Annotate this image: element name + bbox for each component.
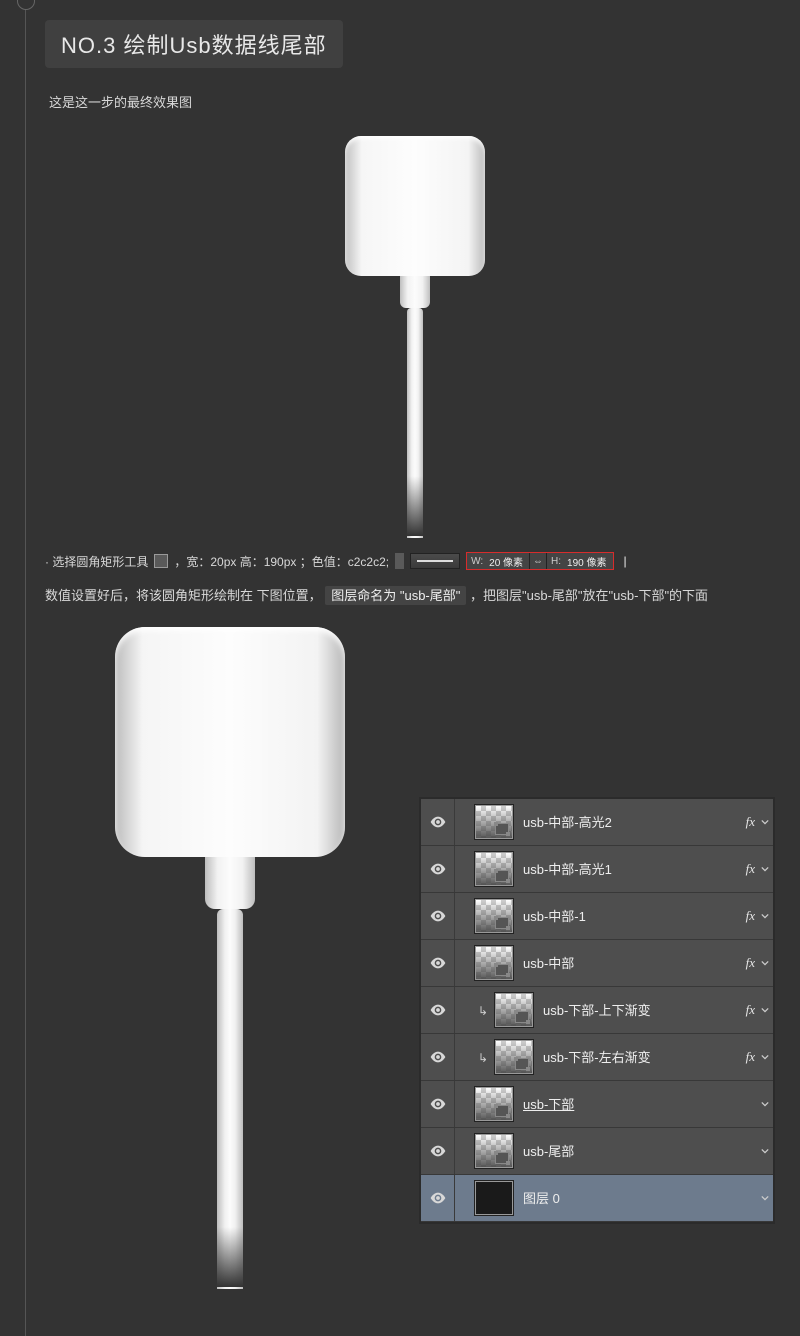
result-preview-2: usb-中部-高光2fxusb-中部-高光1fxusb-中部-1fxusb-中部… [45,627,785,1277]
content-area: NO.3 绘制Usb数据线尾部 这是这一步的最终效果图 · 选择圆角矩形工具 ，… [45,20,785,1277]
height-label: H: [547,556,565,567]
tool-instruction-row: · 选择圆角矩形工具 ，宽：20px 高：190px ；色值：c2c2c2; W… [45,552,785,570]
eye-icon [430,1145,446,1157]
layer-thumbnail[interactable] [495,1040,533,1074]
shape-dropdown-icon [395,553,404,569]
eye-icon [430,957,446,969]
clipping-mask-icon: ↳ [475,1002,491,1018]
width-label: W: [467,556,487,567]
layer-name-label[interactable]: usb-中部 [517,953,746,972]
clipping-mask-icon: ↳ [475,1049,491,1065]
layer-fx-badge[interactable]: fx [746,908,757,924]
layer-fx-badge[interactable]: fx [746,955,757,971]
layer-thumbnail[interactable] [475,852,513,886]
layer-row[interactable]: ↳ usb-下部-上下渐变fx [421,987,773,1034]
layer-row[interactable]: usb-中部-1fx [421,893,773,940]
layer-row[interactable]: ↳ usb-下部-左右渐变fx [421,1034,773,1081]
layer-menu-button[interactable] [757,940,773,986]
eye-icon [430,1051,446,1063]
section-subtitle: 这是这一步的最终效果图 [49,92,785,111]
usb-illustration-large [115,627,345,1289]
layer-row[interactable]: usb-中部-高光1fx [421,846,773,893]
section-title: NO.3 绘制Usb数据线尾部 [45,20,343,68]
layer-thumbnail[interactable] [475,805,513,839]
layer-thumbnail[interactable] [495,993,533,1027]
layer-menu-button[interactable] [757,987,773,1033]
wh-input-group[interactable]: W: 20 像素 ⇔ H: 190 像素 [466,552,613,570]
layer-menu-button[interactable] [757,846,773,892]
layer-menu-button[interactable] [757,1034,773,1080]
layer-name-label[interactable]: usb-中部-1 [517,906,746,925]
layer-thumbnail[interactable] [475,1087,513,1121]
layer-visibility-toggle[interactable] [421,987,455,1033]
layer-menu-button[interactable] [757,799,773,845]
layer-visibility-toggle[interactable] [421,1081,455,1127]
layer-menu-button[interactable] [757,1175,773,1221]
layer-row[interactable]: 图层 0 [421,1175,773,1222]
timeline-dot [17,0,35,10]
timeline-line [25,0,26,1336]
eye-icon [430,816,446,828]
rounded-rect-tool-icon [154,554,168,568]
layer-name-label[interactable]: usb-下部-上下渐变 [537,1000,746,1019]
layer-row[interactable]: usb-下部 [421,1081,773,1128]
layer-row[interactable]: usb-尾部 [421,1128,773,1175]
layer-menu-button[interactable] [757,893,773,939]
layer-thumbnail[interactable] [475,1134,513,1168]
layer-thumbnail[interactable] [475,1181,513,1215]
link-wh-icon[interactable]: ⇔ [530,556,546,567]
layer-name-label[interactable]: usb-中部-高光2 [517,812,746,831]
layer-name-label[interactable]: usb-下部 [517,1094,757,1113]
layer-visibility-toggle[interactable] [421,1128,455,1174]
width-value[interactable]: 20 像素 [487,554,529,569]
trailing-separator: | [620,554,627,568]
layer-fx-badge[interactable]: fx [746,1049,757,1065]
layer-visibility-toggle[interactable] [421,846,455,892]
para-part2: ，把图层"usb-尾部"放在"usb-下部"的下面 [470,588,708,603]
layer-menu-button[interactable] [757,1081,773,1127]
eye-icon [430,1192,446,1204]
layer-name-label[interactable]: 图层 0 [517,1188,757,1207]
layer-visibility-toggle[interactable] [421,940,455,986]
layer-row[interactable]: usb-中部-高光2fx [421,799,773,846]
layer-visibility-toggle[interactable] [421,1175,455,1221]
layer-row[interactable]: usb-中部fx [421,940,773,987]
para-highlight: 图层命名为 "usb-尾部" [325,586,466,605]
layer-name-label[interactable]: usb-尾部 [517,1141,757,1160]
layer-fx-badge[interactable]: fx [746,861,757,877]
instruction-paragraph: 数值设置好后，将该圆角矩形绘制在 下图位置， 图层命名为 "usb-尾部" ，把… [45,584,785,609]
layer-thumbnail[interactable] [475,946,513,980]
layer-visibility-toggle[interactable] [421,1034,455,1080]
layer-fx-badge[interactable]: fx [746,1002,757,1018]
eye-icon [430,863,446,875]
layer-name-label[interactable]: usb-中部-高光1 [517,859,746,878]
height-value[interactable]: 190 像素 [565,554,612,569]
layer-menu-button[interactable] [757,1128,773,1174]
eye-icon [430,1098,446,1110]
layer-fx-badge[interactable]: fx [746,814,757,830]
layer-name-label[interactable]: usb-下部-左右渐变 [537,1047,746,1066]
layer-visibility-toggle[interactable] [421,799,455,845]
instruction-text-prefix: · 选择圆角矩形工具 [45,553,148,570]
stroke-preview-icon [410,553,460,569]
para-part1: 数值设置好后，将该圆角矩形绘制在 下图位置， [45,588,322,603]
layers-panel: usb-中部-高光2fxusb-中部-高光1fxusb-中部-1fxusb-中部… [419,797,775,1224]
result-preview-1 [45,126,785,536]
layer-thumbnail[interactable] [475,899,513,933]
layer-visibility-toggle[interactable] [421,893,455,939]
eye-icon [430,910,446,922]
instruction-dims-text: ，宽：20px 高：190px ；色值：c2c2c2; [174,553,389,570]
eye-icon [430,1004,446,1016]
